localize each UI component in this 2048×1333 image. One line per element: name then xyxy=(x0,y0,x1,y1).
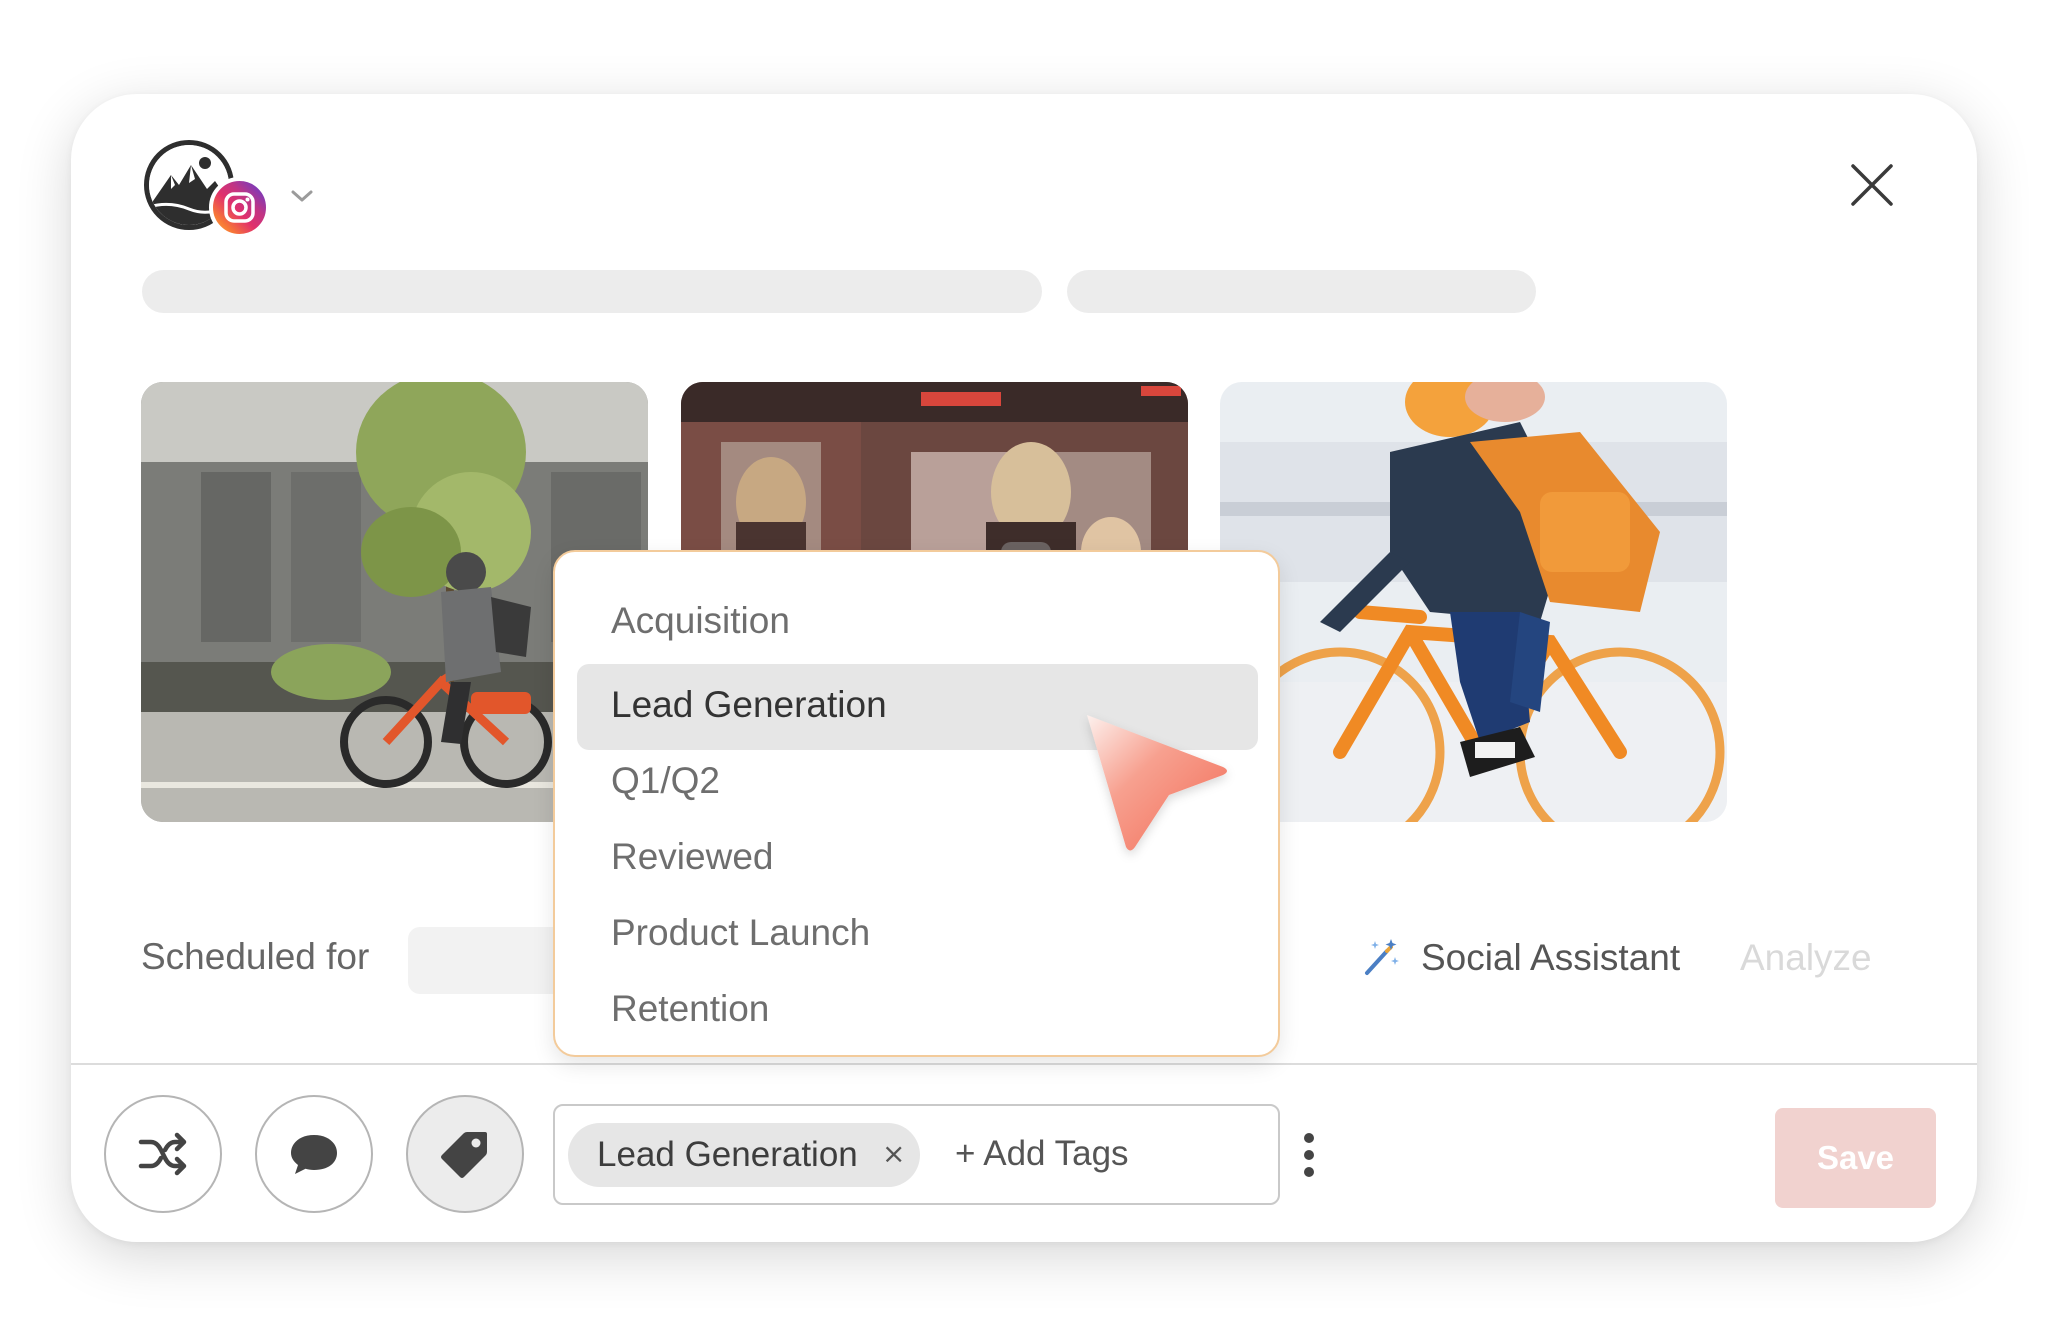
tag-chip: Lead Generation × xyxy=(568,1123,920,1187)
dropdown-option-label: Acquisition xyxy=(611,600,790,641)
tag-chip-label: Lead Generation xyxy=(597,1135,858,1174)
close-icon[interactable] xyxy=(1849,162,1895,208)
account-selector[interactable] xyxy=(144,140,274,250)
add-tags-input[interactable]: + Add Tags xyxy=(955,1134,1129,1174)
tag-remove-icon[interactable]: × xyxy=(882,1137,905,1170)
social-assistant-label: Social Assistant xyxy=(1421,937,1681,978)
tag-button[interactable] xyxy=(406,1095,524,1213)
dropdown-option-acquisition[interactable]: Acquisition xyxy=(577,580,1258,666)
caption-placeholder xyxy=(142,270,1042,313)
pointer-cursor-icon xyxy=(1087,715,1227,851)
shuffle-icon xyxy=(138,1132,187,1176)
tags-input-field[interactable]: Lead Generation × + Add Tags xyxy=(553,1104,1280,1205)
comment-button[interactable] xyxy=(255,1095,373,1213)
dropdown-option-label: Retention xyxy=(611,988,770,1029)
dropdown-option-label: Product Launch xyxy=(611,912,871,953)
post-composer-modal: Scheduled for Social Assistant Analyze L… xyxy=(71,94,1977,1242)
comment-icon xyxy=(291,1135,337,1174)
tag-icon xyxy=(441,1132,487,1178)
dropdown-option-product-launch[interactable]: Product Launch xyxy=(577,892,1258,978)
magic-wand-icon xyxy=(1365,939,1399,975)
chevron-down-icon[interactable] xyxy=(289,187,315,205)
dropdown-option-label: Reviewed xyxy=(611,836,774,877)
toolbar-divider xyxy=(71,1063,1977,1065)
scheduled-for-label: Scheduled for xyxy=(141,936,370,977)
dropdown-option-retention[interactable]: Retention xyxy=(577,968,1258,1054)
analyze-button[interactable]: Analyze xyxy=(1740,937,1872,979)
dropdown-option-label: Lead Generation xyxy=(611,684,887,725)
shuffle-button[interactable] xyxy=(104,1095,222,1213)
dropdown-option-label: Q1/Q2 xyxy=(611,760,720,801)
save-button[interactable]: Save xyxy=(1775,1108,1936,1208)
caption-placeholder-secondary xyxy=(1067,270,1536,313)
instagram-icon xyxy=(209,177,270,238)
more-vertical-icon[interactable] xyxy=(1299,1130,1319,1180)
media-image-orange-bike-cyclist[interactable] xyxy=(1220,382,1727,822)
